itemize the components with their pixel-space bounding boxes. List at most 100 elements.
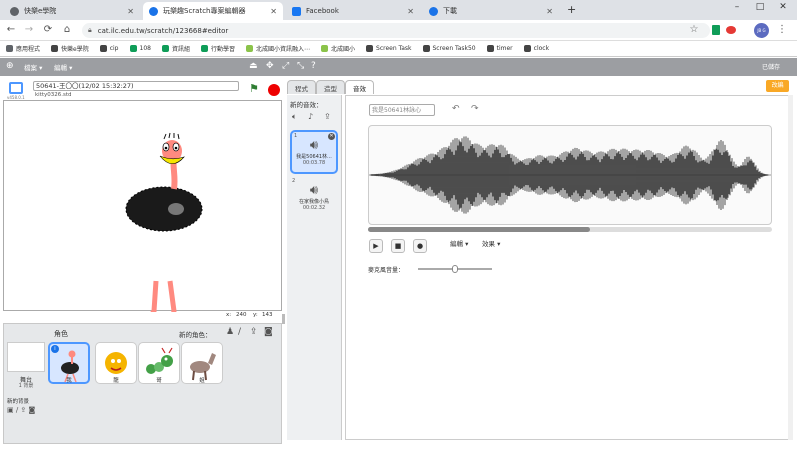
grow-icon[interactable]: ⤢	[282, 61, 289, 71]
sprite-label: 姐	[199, 378, 205, 384]
bookmark-label: Screen Task	[376, 45, 412, 52]
upload-icon[interactable]: ⇪	[250, 327, 258, 337]
delete-icon[interactable]: ✕	[328, 133, 335, 140]
tab-facebook[interactable]: Facebook ✕	[286, 2, 420, 20]
url-text: cat.ilc.edu.tw/scratch/123668#editor	[97, 26, 229, 35]
camera-icon[interactable]: ◙	[264, 327, 273, 337]
scrollbar-thumb[interactable]	[368, 227, 591, 232]
bookmark-item[interactable]: Screen Task	[366, 45, 412, 52]
maximize-button[interactable]: □	[750, 2, 770, 12]
owner-name: kitty0326.std	[35, 92, 72, 98]
waveform-panel[interactable]	[368, 125, 772, 225]
extension-icon[interactable]	[726, 26, 736, 34]
tab-scripts[interactable]: 程式	[287, 80, 316, 94]
globe-icon[interactable]: ⊕	[6, 61, 14, 71]
back-icon[interactable]: ←	[4, 24, 18, 35]
microphone-icon[interactable]: ♪	[308, 112, 313, 121]
sound-name-input[interactable]: 我是50641林詠心	[369, 104, 435, 116]
editor-scrollbar[interactable]	[788, 95, 793, 440]
delete-icon[interactable]: ✥	[266, 61, 274, 71]
help-icon[interactable]: ?	[311, 61, 316, 71]
bookmark-label: 資訊組	[171, 46, 190, 53]
sprite-library-icon[interactable]: ♟	[226, 327, 234, 337]
home-icon[interactable]: ⌂	[60, 24, 74, 35]
bookmark-item[interactable]: 資訊組	[161, 44, 190, 53]
remix-button[interactable]: 改編	[766, 80, 789, 92]
bookmark-label: 應用程式	[16, 46, 41, 53]
tab-kuaile[interactable]: 快樂e學院 ✕	[4, 2, 140, 20]
paint-brush-icon[interactable]: /	[238, 327, 241, 337]
reload-icon[interactable]: ⟳	[41, 24, 55, 35]
tab-scratch-editor[interactable]: 玩樂趣Scratch專案編輯器 ✕	[143, 2, 283, 20]
sound-library-icon[interactable]: 🔈︎	[292, 112, 297, 122]
owner-label: kitty0326.std	[35, 92, 72, 98]
sound-item-1[interactable]: 1 ✕ 🔊︎ 我是50641林... 00:03.78	[290, 130, 338, 174]
tab-title: 快樂e學院	[24, 7, 57, 15]
forward-icon[interactable]: →	[22, 24, 36, 35]
mic-volume-slider[interactable]	[418, 265, 492, 273]
play-button[interactable]: ▶	[369, 239, 383, 253]
tab-costumes[interactable]: 造型	[316, 80, 345, 94]
stop-button[interactable]	[268, 84, 280, 96]
bookmark-item[interactable]: 北成國小	[321, 44, 355, 53]
backdrop-tools[interactable]: ▣ / ⇪ ◙	[7, 406, 35, 414]
bookmark-item[interactable]: Screen Task50	[422, 45, 476, 52]
new-tab-button[interactable]: +	[567, 3, 576, 16]
bookmark-item[interactable]: 108	[129, 45, 151, 52]
close-icon[interactable]: ✕	[407, 7, 414, 16]
undo-icon[interactable]: ↶	[452, 104, 460, 114]
close-icon[interactable]: ✕	[270, 7, 277, 16]
sound-name: 在家我像小鳥	[298, 199, 329, 205]
file-menu[interactable]: 檔案 ▾	[24, 62, 42, 72]
menu-dots-icon[interactable]: ⋮	[775, 24, 789, 35]
bookmark-item[interactable]: 行動學習	[200, 44, 235, 53]
project-title-input[interactable]: 50641-王〇〇(12/02 15:32:27)	[33, 81, 239, 91]
stage-thumbnail[interactable]	[7, 342, 45, 372]
close-icon[interactable]: ✕	[546, 7, 553, 16]
profile-avatar[interactable]: JB G	[754, 23, 769, 38]
bookmark-icon	[161, 45, 169, 52]
extension-icon[interactable]	[712, 25, 720, 35]
shrink-icon[interactable]: ⤡	[297, 61, 304, 71]
stop-button[interactable]: ■	[391, 239, 405, 253]
fullscreen-icon[interactable]	[9, 82, 23, 94]
star-icon[interactable]: ☆	[687, 24, 701, 35]
sound-list: 新的音效： 🔈︎ ♪ ⇪ 1 ✕ 🔊︎ 我是50641林... 00:03.78…	[287, 95, 342, 440]
tab-title: 玩樂趣Scratch專案編輯器	[163, 7, 246, 15]
bookmark-item[interactable]: 快樂e學院	[51, 44, 89, 53]
ostrich-sprite[interactable]	[4, 101, 283, 336]
tab-sounds[interactable]: 音效	[345, 80, 374, 94]
close-window-button[interactable]: ✕	[773, 2, 793, 12]
stage-canvas[interactable]	[3, 100, 283, 336]
speaker-icon: 🔊︎	[309, 183, 319, 198]
bookmark-item[interactable]: 應用程式	[6, 44, 40, 53]
effects-dropdown[interactable]: 效果 ▾	[482, 238, 500, 248]
tab-downloads[interactable]: 下載 ✕	[423, 2, 559, 20]
edit-dropdown[interactable]: 編輯 ▾	[450, 238, 468, 248]
bookmark-icon	[129, 45, 137, 52]
redo-icon[interactable]: ↷	[471, 104, 479, 114]
sound-item-2[interactable]: 2 🔊︎ 在家我像小鳥 00:02.32	[290, 177, 338, 221]
close-icon[interactable]: ✕	[127, 7, 134, 16]
slider-knob[interactable]	[452, 265, 458, 273]
bookmark-icon	[523, 45, 531, 52]
bookmark-item[interactable]: timer	[486, 45, 513, 52]
sound-name: 我是50641林...	[296, 154, 332, 160]
upload-icon[interactable]: ⇪	[324, 112, 331, 121]
bookmark-item[interactable]: cip	[99, 45, 119, 52]
minimize-button[interactable]: –	[727, 2, 747, 12]
stage-backdrop-count: 1 背景	[18, 383, 34, 389]
address-bar[interactable]: 🔒︎ cat.ilc.edu.tw/scratch/123668#editor	[82, 23, 710, 38]
info-icon[interactable]: i	[51, 345, 59, 353]
download-icon	[429, 6, 438, 16]
bookmark-item[interactable]: 北成國小資訊融入⋯	[245, 44, 310, 53]
sprite-label: 哥	[156, 378, 162, 384]
green-flag-icon[interactable]: ⚑	[249, 82, 259, 95]
edit-menu[interactable]: 編輯 ▾	[54, 62, 72, 72]
sprites-title: 角色	[54, 330, 68, 338]
duplicate-icon[interactable]: ⏏	[249, 61, 258, 71]
record-button[interactable]: ●	[413, 239, 427, 253]
waveform-scrollbar[interactable]	[368, 227, 772, 232]
bookmark-item[interactable]: clock	[523, 45, 549, 52]
bookmark-icon	[486, 45, 494, 52]
